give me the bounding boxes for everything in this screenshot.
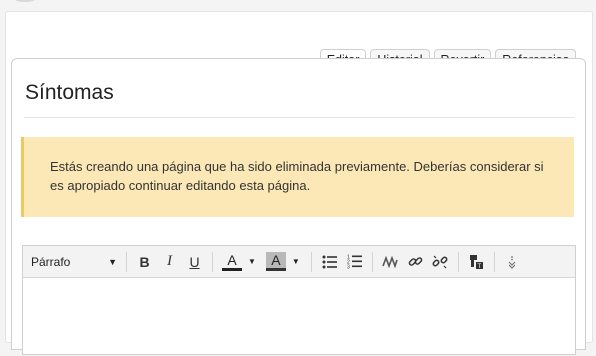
- warning-notice: Estás creando una página que ha sido eli…: [21, 137, 574, 217]
- link-icon: [408, 257, 423, 266]
- chevron-down-icon: ▼: [248, 257, 256, 266]
- link-button[interactable]: [403, 250, 428, 274]
- source-icon: T: [470, 255, 484, 269]
- editor-toolbar: Párrafo ▼ B I U A ▼ A ▼ 1 2 3 T: [23, 246, 575, 278]
- toolbar-separator: [126, 251, 127, 272]
- toolbar-separator: [371, 251, 373, 272]
- more-icon: [508, 255, 516, 269]
- numbered-list-button[interactable]: 1 2 3: [342, 250, 367, 274]
- source-button[interactable]: T: [464, 250, 489, 274]
- toolbar-separator: [310, 251, 312, 272]
- underline-icon: U: [189, 253, 200, 270]
- numbered-list-icon: 1 2 3: [347, 255, 362, 270]
- toolbar-separator: [493, 251, 495, 272]
- toolbar-separator: [212, 251, 213, 272]
- text-color-button[interactable]: A ▼: [218, 252, 262, 271]
- title-divider: [24, 117, 575, 118]
- page-title: Síntomas: [25, 81, 114, 104]
- background-color-button[interactable]: A ▼: [262, 252, 306, 271]
- toolbar-separator: [457, 251, 459, 272]
- chevron-down-icon: ▼: [291, 257, 300, 266]
- svg-text:3: 3: [347, 265, 350, 270]
- text-color-icon: A: [222, 252, 242, 271]
- rich-text-editor: Párrafo ▼ B I U A ▼ A ▼ 1 2 3 T: [22, 245, 576, 355]
- bold-icon: B: [139, 253, 150, 270]
- svg-text:T: T: [478, 264, 482, 269]
- italic-icon: I: [167, 253, 172, 269]
- clear-format-button[interactable]: [378, 250, 403, 274]
- chevron-down-icon: ▼: [108, 256, 117, 267]
- italic-button[interactable]: I: [157, 250, 182, 274]
- clear-format-icon: [382, 255, 399, 268]
- avatar-edge: [10, 0, 40, 2]
- format-select[interactable]: Párrafo ▼: [23, 255, 121, 269]
- edit-panel: Síntomas Estás creando una página que ha…: [11, 58, 586, 355]
- more-button[interactable]: [500, 250, 525, 274]
- warning-notice-text: Estás creando una página que ha sido eli…: [50, 159, 544, 193]
- format-select-value: Párrafo: [31, 254, 71, 269]
- unlink-button[interactable]: [428, 250, 453, 274]
- editor-content-area[interactable]: [23, 278, 575, 356]
- background-color-icon: A: [265, 252, 286, 271]
- underline-button[interactable]: U: [182, 250, 207, 274]
- unlink-icon: [432, 255, 448, 268]
- bullet-list-icon: [322, 255, 337, 268]
- bold-button[interactable]: B: [132, 250, 157, 274]
- bullet-list-button[interactable]: [317, 250, 342, 274]
